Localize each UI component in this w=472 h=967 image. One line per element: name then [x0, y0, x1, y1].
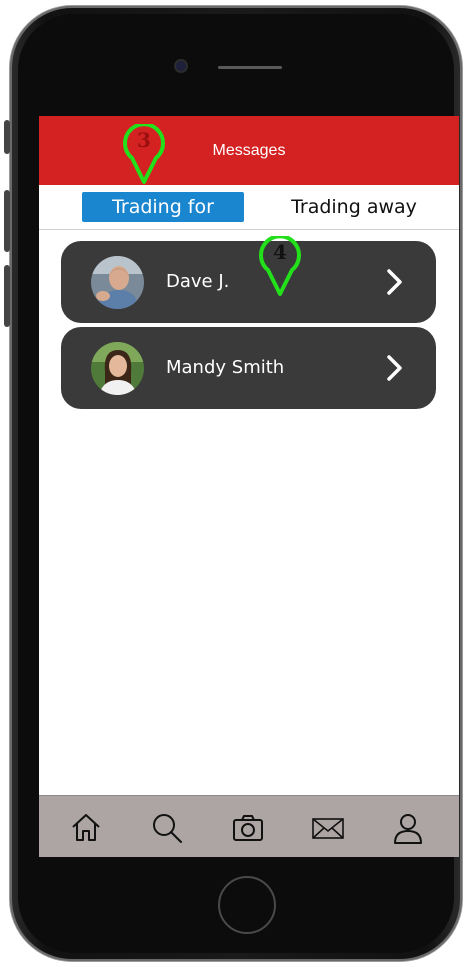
- tab-trading-for[interactable]: Trading for: [82, 192, 244, 222]
- page-title: Messages: [212, 142, 286, 159]
- app-screen: Messages Trading for Trading away Dave J…: [39, 116, 459, 857]
- home-icon[interactable]: [68, 810, 104, 846]
- conversation-item-dave[interactable]: Dave J.: [61, 241, 436, 323]
- chevron-right-icon: [387, 269, 402, 295]
- front-camera: [176, 61, 186, 71]
- header-bar: Messages: [39, 116, 459, 185]
- tab-trading-away[interactable]: Trading away: [259, 192, 449, 222]
- earpiece-speaker: [218, 66, 282, 69]
- mute-switch: [4, 120, 10, 154]
- mail-icon[interactable]: [310, 810, 346, 846]
- segment-tabs: Trading for Trading away: [39, 185, 459, 230]
- camera-icon[interactable]: [230, 810, 266, 846]
- bottom-tab-bar: [39, 795, 459, 857]
- volume-down-button: [4, 265, 10, 327]
- conversation-item-mandy[interactable]: Mandy Smith: [61, 327, 436, 409]
- annotation-marker-3: 3: [121, 124, 167, 184]
- conversation-name: Mandy Smith: [166, 357, 285, 378]
- avatar: [91, 256, 144, 309]
- annotation-marker-4: 4: [257, 236, 303, 296]
- volume-up-button: [4, 190, 10, 252]
- search-icon[interactable]: [149, 810, 185, 846]
- home-button[interactable]: [218, 876, 276, 934]
- conversation-name: Dave J.: [166, 271, 230, 292]
- avatar: [91, 342, 144, 395]
- chevron-right-icon: [387, 355, 402, 381]
- profile-icon[interactable]: [390, 810, 426, 846]
